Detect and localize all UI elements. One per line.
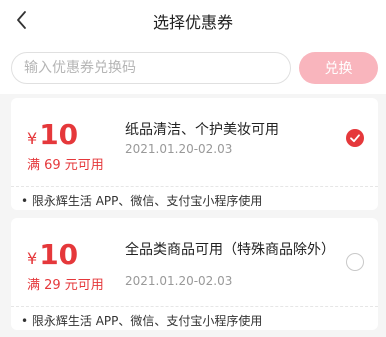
coupon-dates: 2021.01.20-02.03 (125, 142, 233, 156)
page-title: 选择优惠券 (152, 13, 233, 32)
coupon-condition: 满 29 元可用 (27, 278, 104, 293)
coupon-select-radio[interactable] (346, 129, 364, 147)
coupon-divider (11, 306, 378, 307)
coupon-code-input[interactable] (11, 52, 291, 84)
redeem-button[interactable]: 兑换 (299, 52, 378, 84)
coupon-price: ¥10 (27, 238, 78, 271)
coupon-currency: ¥ (27, 249, 38, 268)
coupon-scope: • 限永辉生活 APP、微信、支付宝小程序使用 (21, 194, 263, 208)
coupon-scope: • 限永辉生活 APP、微信、支付宝小程序使用 (21, 314, 263, 328)
coupon-name: 纸品清洁、个护美妆可用 (125, 122, 279, 138)
coupon-select-radio[interactable] (346, 253, 364, 271)
coupon-currency: ¥ (27, 129, 38, 148)
coupon-divider (11, 186, 378, 187)
redeem-bar: 兑换 (0, 42, 386, 94)
coupon-dates: 2021.01.20-02.03 (125, 274, 233, 288)
coupon-price: ¥10 (27, 118, 78, 151)
coupon-card[interactable]: ¥10 满 29 元可用 全品类商品可用（特殊商品除外） 2021.01.20-… (11, 218, 378, 330)
header-bar: 选择优惠券 (0, 0, 386, 42)
coupon-card[interactable]: ¥10 满 69 元可用 纸品清洁、个护美妆可用 2021.01.20-02.0… (11, 98, 378, 210)
coupon-amount: 10 (39, 118, 79, 151)
coupon-condition: 满 69 元可用 (27, 158, 104, 173)
check-icon (350, 134, 360, 143)
coupon-amount: 10 (39, 238, 79, 271)
coupon-name: 全品类商品可用（特殊商品除外） (125, 242, 335, 258)
